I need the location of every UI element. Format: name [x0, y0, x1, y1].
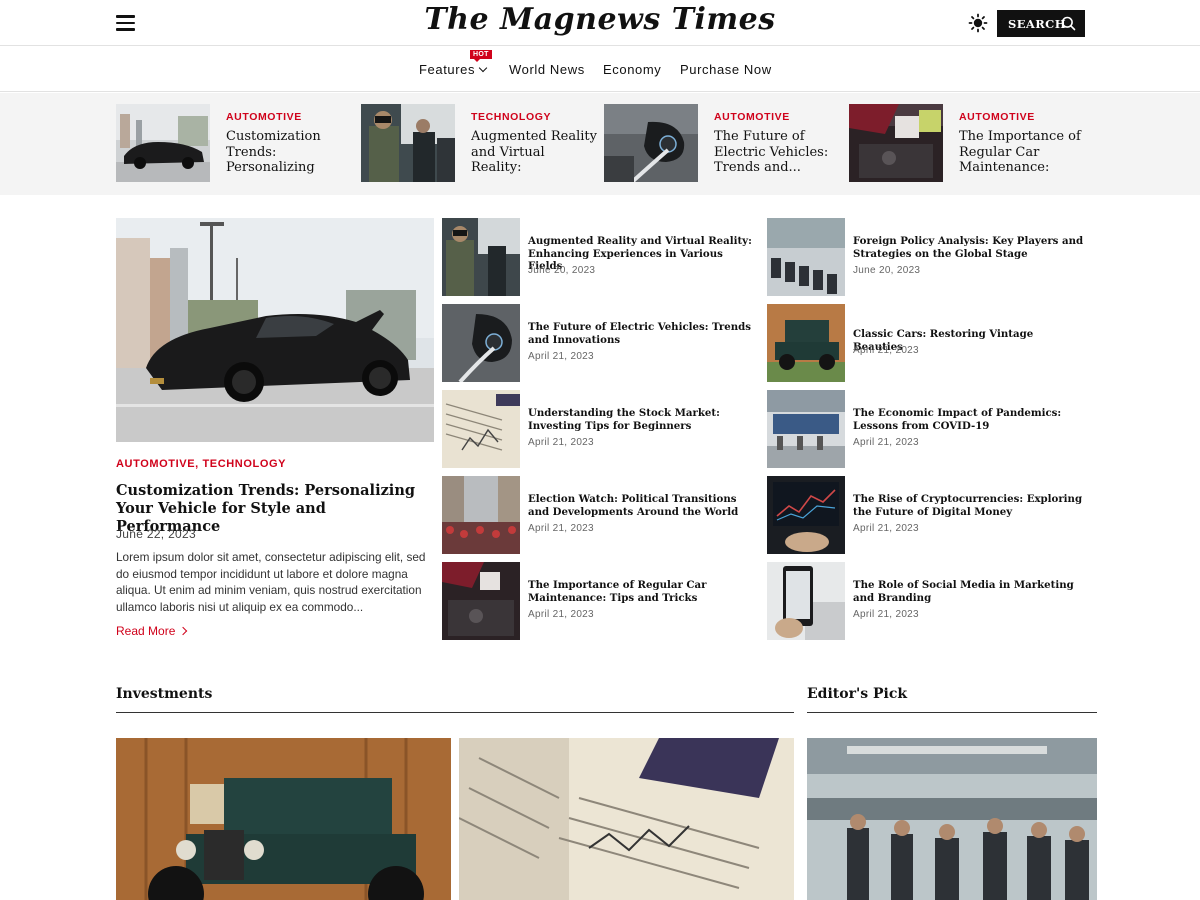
article-date: April 21, 2023 — [528, 351, 594, 362]
vintage-car-thumbnail — [767, 304, 845, 382]
article-title[interactable]: The Importance of Regular Car Maintenanc… — [528, 579, 760, 604]
category-link[interactable]: AUTOMOTIVE — [116, 458, 195, 470]
article-date: April 21, 2023 — [853, 437, 919, 448]
list-item[interactable]: Augmented Reality and Virtual Reality: E… — [442, 218, 760, 296]
newspaper-image[interactable] — [459, 738, 794, 900]
nav-item-label: Features — [419, 62, 476, 77]
nav-item-purchase-now[interactable]: Purchase Now — [680, 62, 772, 77]
article-date: April 21, 2023 — [853, 345, 919, 356]
article-title[interactable]: The Rise of Cryptocurrencies: Exploring … — [853, 493, 1085, 518]
category-link[interactable]: TECHNOLOGY — [202, 458, 286, 470]
category-label: AUTOMOTIVE — [714, 111, 790, 123]
ev-charger-thumbnail — [442, 304, 520, 382]
sun-icon[interactable] — [968, 13, 988, 33]
strip-item[interactable]: TECHNOLOGY Augmented Reality and Virtual… — [361, 104, 597, 182]
nav-item-features[interactable]: Features — [419, 62, 488, 77]
featured-car-image[interactable] — [116, 218, 434, 442]
section-divider — [116, 712, 794, 713]
ev-charger-thumbnail — [604, 104, 698, 182]
list-item[interactable]: The Role of Social Media in Marketing an… — [767, 562, 1085, 640]
article-title[interactable]: The Role of Social Media in Marketing an… — [853, 579, 1085, 604]
article-date: April 21, 2023 — [528, 437, 594, 448]
site-logo[interactable]: The Magnews Times — [400, 2, 800, 37]
article-date: April 21, 2023 — [853, 609, 919, 620]
vr-headset-thumbnail — [442, 218, 520, 296]
featured-date: June 22, 2023 — [116, 527, 196, 541]
hot-badge: HOT — [470, 50, 492, 62]
strip-title[interactable]: Augmented Reality and Virtual Reality: E… — [471, 129, 597, 176]
search-icon — [1061, 16, 1076, 31]
menu-icon[interactable] — [116, 15, 135, 31]
strip-title[interactable]: The Future of Electric Vehicles: Trends … — [714, 129, 840, 176]
crypto-tablet-thumbnail — [767, 476, 845, 554]
main-nav: Features HOT World News Economy Purchase… — [0, 46, 1200, 92]
article-date: April 21, 2023 — [853, 523, 919, 534]
article-date: April 21, 2023 — [528, 523, 594, 534]
article-title[interactable]: Understanding the Stock Market: Investin… — [528, 407, 760, 432]
read-more-label: Read More — [116, 624, 176, 638]
article-title[interactable]: Foreign Policy Analysis: Key Players and… — [853, 235, 1085, 260]
strip-title[interactable]: Customization Trends: Personalizing Your… — [226, 129, 352, 176]
smartphone-thumbnail — [767, 562, 845, 640]
strip-item[interactable]: AUTOMOTIVE The Importance of Regular Car… — [849, 104, 1085, 182]
section-title-investments[interactable]: Investments — [116, 686, 212, 702]
section-divider — [807, 712, 1097, 713]
category-label: TECHNOLOGY — [471, 111, 552, 123]
read-more-link[interactable]: Read More — [116, 624, 188, 638]
newspaper-thumbnail — [442, 390, 520, 468]
list-item[interactable]: Classic Cars: Restoring Vintage Beauties… — [767, 304, 1085, 382]
trending-strip: AUTOMOTIVE Customization Trends: Persona… — [0, 93, 1200, 195]
list-item[interactable]: Election Watch: Political Transitions an… — [442, 476, 760, 554]
car-maintenance-thumbnail — [849, 104, 943, 182]
vr-headset-thumbnail — [361, 104, 455, 182]
crowd-thumbnail — [442, 476, 520, 554]
list-item[interactable]: The Future of Electric Vehicles: Trends … — [442, 304, 760, 382]
search-button[interactable]: SEARCH — [997, 10, 1085, 37]
strip-title[interactable]: The Importance of Regular Car Maintenanc… — [959, 129, 1085, 176]
nav-item-economy[interactable]: Economy — [603, 62, 661, 77]
category-label: AUTOMOTIVE — [226, 111, 302, 123]
list-item[interactable]: Understanding the Stock Market: Investin… — [442, 390, 760, 468]
top-header: The Magnews Times SEARCH — [0, 0, 1200, 46]
chevron-down-icon — [478, 63, 488, 73]
conference-thumbnail — [767, 218, 845, 296]
article-date: April 21, 2023 — [528, 609, 594, 620]
category-label: AUTOMOTIVE — [959, 111, 1035, 123]
article-title[interactable]: The Economic Impact of Pandemics: Lesson… — [853, 407, 1085, 432]
car-maintenance-thumbnail — [442, 562, 520, 640]
control-room-image[interactable] — [807, 738, 1097, 900]
vintage-car-image[interactable] — [116, 738, 451, 900]
article-date: June 20, 2023 — [528, 265, 596, 276]
list-item[interactable]: The Importance of Regular Car Maintenanc… — [442, 562, 760, 640]
featured-categories: AUTOMOTIVE, TECHNOLOGY — [116, 458, 286, 470]
article-title[interactable]: Election Watch: Political Transitions an… — [528, 493, 760, 518]
featured-excerpt: Lorem ipsum dolor sit amet, consectetur … — [116, 550, 426, 614]
section-title-editors-pick[interactable]: Editor's Pick — [807, 686, 907, 702]
list-item[interactable]: Foreign Policy Analysis: Key Players and… — [767, 218, 1085, 296]
nav-item-world-news[interactable]: World News — [509, 62, 585, 77]
strip-item[interactable]: AUTOMOTIVE Customization Trends: Persona… — [116, 104, 352, 182]
article-title[interactable]: The Future of Electric Vehicles: Trends … — [528, 321, 760, 346]
stock-exchange-thumbnail — [767, 390, 845, 468]
list-item[interactable]: The Economic Impact of Pandemics: Lesson… — [767, 390, 1085, 468]
chevron-right-icon — [179, 626, 188, 636]
strip-item[interactable]: AUTOMOTIVE The Future of Electric Vehicl… — [604, 104, 840, 182]
article-date: June 20, 2023 — [853, 265, 921, 276]
sports-car-thumbnail — [116, 104, 210, 182]
search-label: SEARCH — [1008, 16, 1066, 31]
list-item[interactable]: The Rise of Cryptocurrencies: Exploring … — [767, 476, 1085, 554]
